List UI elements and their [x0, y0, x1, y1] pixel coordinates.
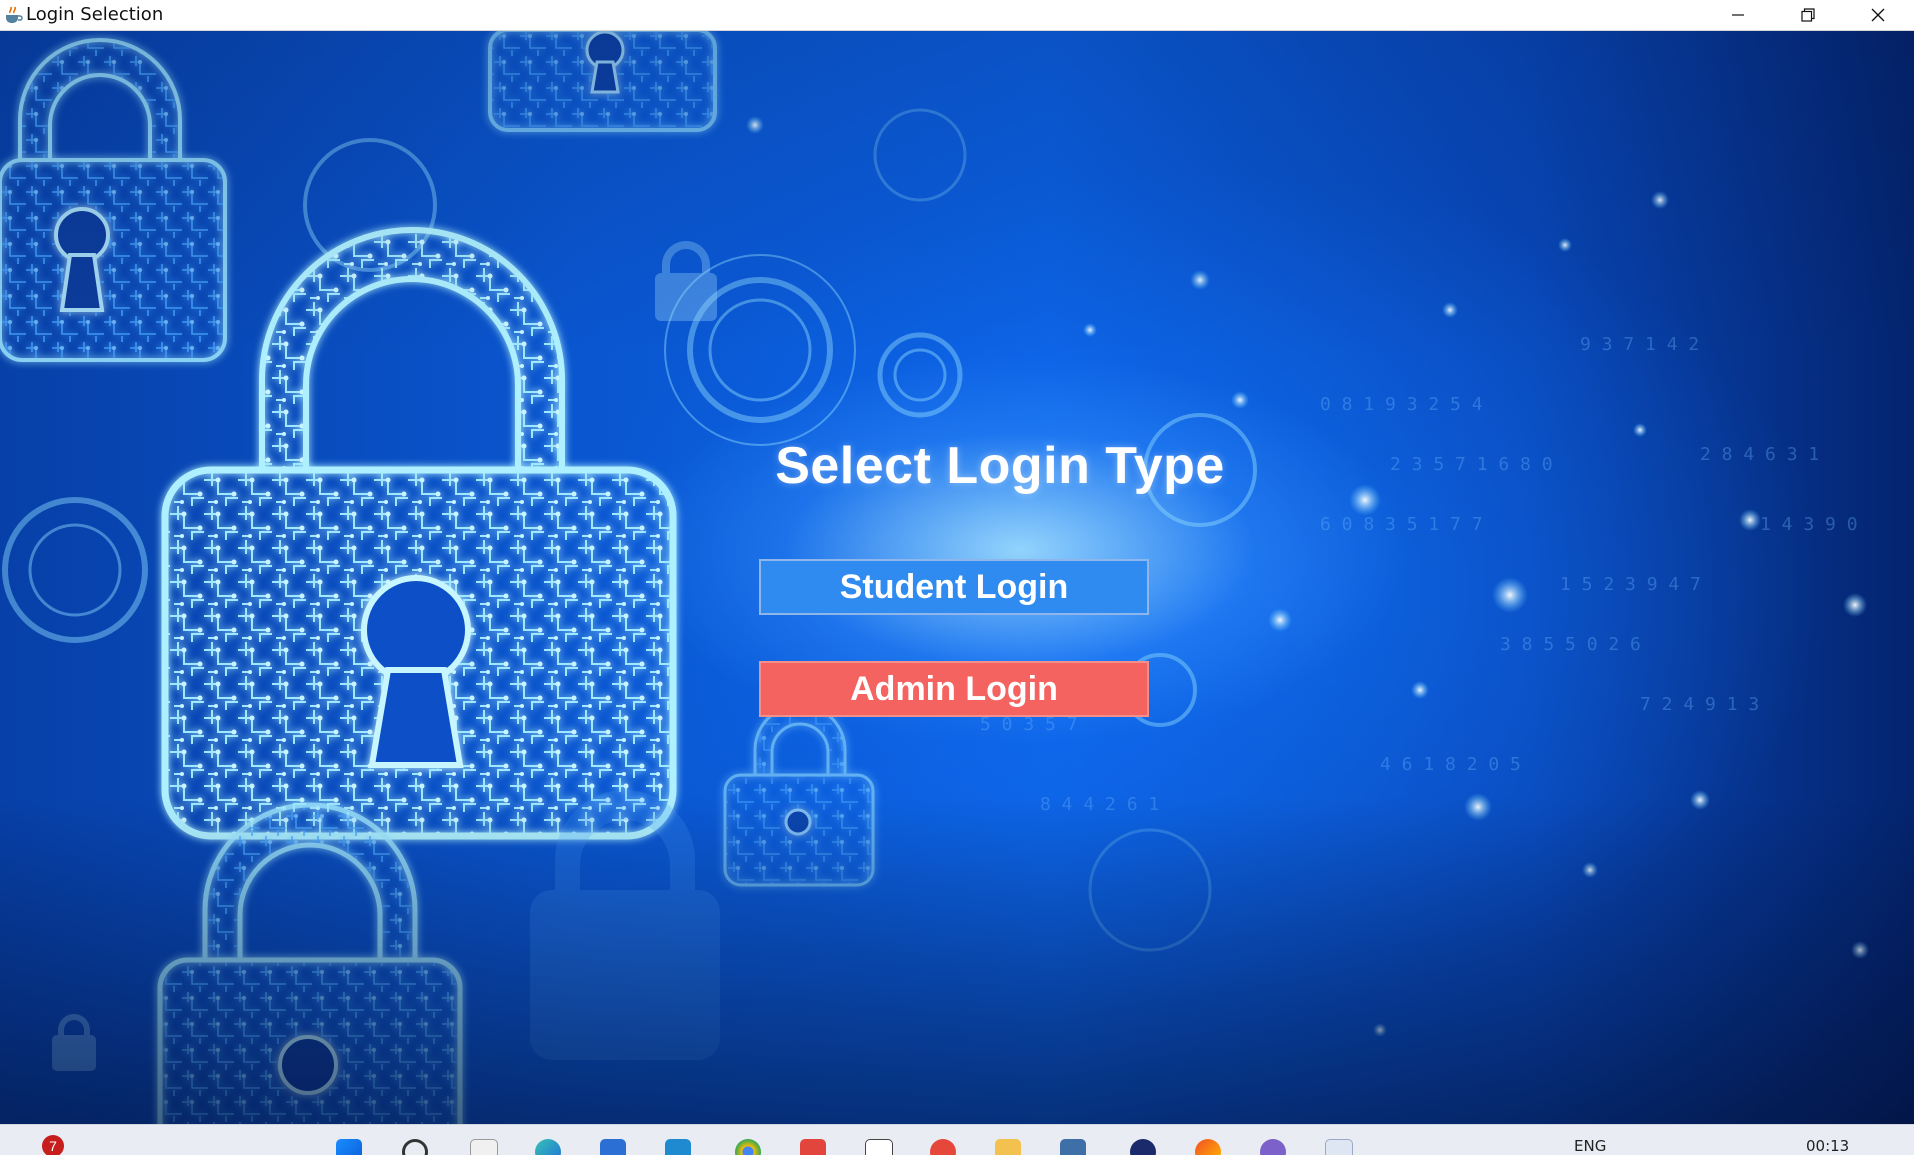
admin-login-label: Admin Login [850, 669, 1058, 708]
restore-button[interactable] [1773, 0, 1843, 30]
browser-icon[interactable] [1130, 1139, 1156, 1155]
close-button[interactable] [1843, 0, 1913, 30]
download-icon[interactable] [665, 1139, 691, 1155]
edge-icon[interactable] [535, 1139, 561, 1155]
page-title-text: Select Login Type [775, 437, 1225, 495]
search-icon[interactable] [402, 1139, 428, 1155]
svg-text:1 5 2 3 9 4 7: 1 5 2 3 9 4 7 [1560, 574, 1701, 595]
store-icon[interactable] [600, 1139, 626, 1155]
svg-text:1 4 3 9 0: 1 4 3 9 0 [1760, 514, 1858, 535]
admin-login-button[interactable]: Admin Login [759, 661, 1149, 717]
paint-icon[interactable] [1195, 1139, 1221, 1155]
java-cup-icon [6, 6, 23, 23]
student-login-label: Student Login [839, 567, 1069, 606]
teams-icon[interactable] [1260, 1139, 1286, 1155]
window-title: Login Selection [26, 4, 164, 25]
svg-text:9 3 7 1 4 2: 9 3 7 1 4 2 [1580, 334, 1699, 355]
login-selection-panel: 0 8 1 9 3 2 5 4 2 3 5 7 1 6 8 0 6 0 8 3 … [0, 30, 1914, 1124]
clock[interactable]: 00:13 [1806, 1137, 1849, 1155]
student-login-button[interactable]: Student Login [759, 559, 1149, 615]
restore-icon [1801, 8, 1815, 22]
file-explorer-icon[interactable] [470, 1139, 498, 1155]
svg-text:0 8 1 9 3 2 5 4: 0 8 1 9 3 2 5 4 [1320, 394, 1483, 415]
page-title: Select Login Type [0, 436, 1914, 496]
chrome-icon[interactable] [735, 1139, 761, 1155]
minimize-icon [1732, 14, 1744, 16]
gmail-icon[interactable] [800, 1139, 826, 1155]
folder-icon[interactable] [995, 1139, 1021, 1155]
taskbar: 7 ENG 00:13 [0, 1124, 1914, 1155]
svg-text:8 4 4 2 6 1: 8 4 4 2 6 1 [1040, 794, 1159, 815]
title-bar: Login Selection [0, 0, 1914, 31]
terminal-icon[interactable] [1060, 1139, 1086, 1155]
minimize-button[interactable] [1703, 0, 1773, 30]
language-indicator[interactable]: ENG [1574, 1137, 1606, 1155]
pen-tool-icon[interactable] [865, 1139, 893, 1155]
java-app-icon[interactable] [1325, 1139, 1353, 1155]
svg-text:5 0 3 5 7: 5 0 3 5 7 [980, 714, 1078, 735]
svg-text:7 2 4 9 1 3: 7 2 4 9 1 3 [1640, 694, 1759, 715]
svg-text:4 6 1 8 2 0 5: 4 6 1 8 2 0 5 [1380, 754, 1521, 775]
notification-badge[interactable]: 7 [42, 1135, 64, 1155]
svg-text:3 8 5 5 0 2 6: 3 8 5 5 0 2 6 [1500, 634, 1641, 655]
close-icon [1871, 8, 1885, 22]
record-icon[interactable] [930, 1139, 956, 1155]
svg-text:6 0 8 3 5 1 7 7: 6 0 8 3 5 1 7 7 [1320, 514, 1483, 535]
windows-start-icon[interactable] [336, 1139, 362, 1155]
